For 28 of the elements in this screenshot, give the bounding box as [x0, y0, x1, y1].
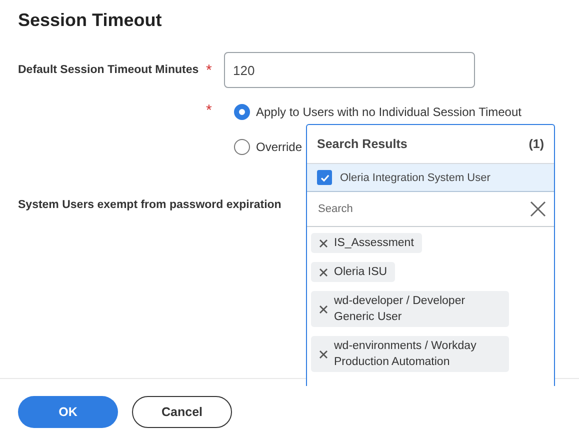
required-mark: * [206, 62, 213, 78]
timeout-input-field[interactable]: 120 [224, 52, 475, 88]
radio-label: Apply to Users with no Individual Session Timeout [256, 105, 522, 119]
result-label: Oleria Integration System User [340, 172, 490, 184]
remove-icon[interactable] [319, 304, 328, 314]
radio-button[interactable] [234, 139, 250, 155]
search-result-row[interactable]: Oleria Integration System User [307, 164, 554, 192]
selected-user-tag: IS_Assessment [311, 233, 422, 253]
result-count: (1) [528, 137, 544, 151]
dialog-title: Session Timeout [18, 9, 163, 32]
search-input-field[interactable]: Search [318, 203, 530, 215]
popup-header: Search Results [317, 137, 408, 151]
checkbox[interactable] [317, 170, 332, 185]
remove-icon[interactable] [319, 268, 328, 276]
selected-user-tag: wd-environments / Workday Production Automation [311, 336, 509, 372]
selected-user-tag: Oleria ISU [311, 262, 396, 282]
cancel-button[interactable]: Cancel [132, 396, 232, 428]
field-label: Default Session Timeout Minutes [18, 64, 200, 76]
close-icon[interactable] [530, 201, 546, 217]
selected-user-tag: wd-developer / Developer Generic User [311, 291, 509, 327]
field-label: System Users exempt from password expiration [18, 199, 282, 211]
checkmark-icon [320, 172, 330, 182]
remove-icon[interactable] [319, 238, 328, 248]
remove-icon[interactable] [319, 350, 328, 358]
radio-label: Override [256, 140, 302, 154]
radio-button[interactable] [234, 104, 250, 120]
ok-button[interactable]: OK [18, 396, 118, 428]
required-mark: * [206, 102, 213, 119]
